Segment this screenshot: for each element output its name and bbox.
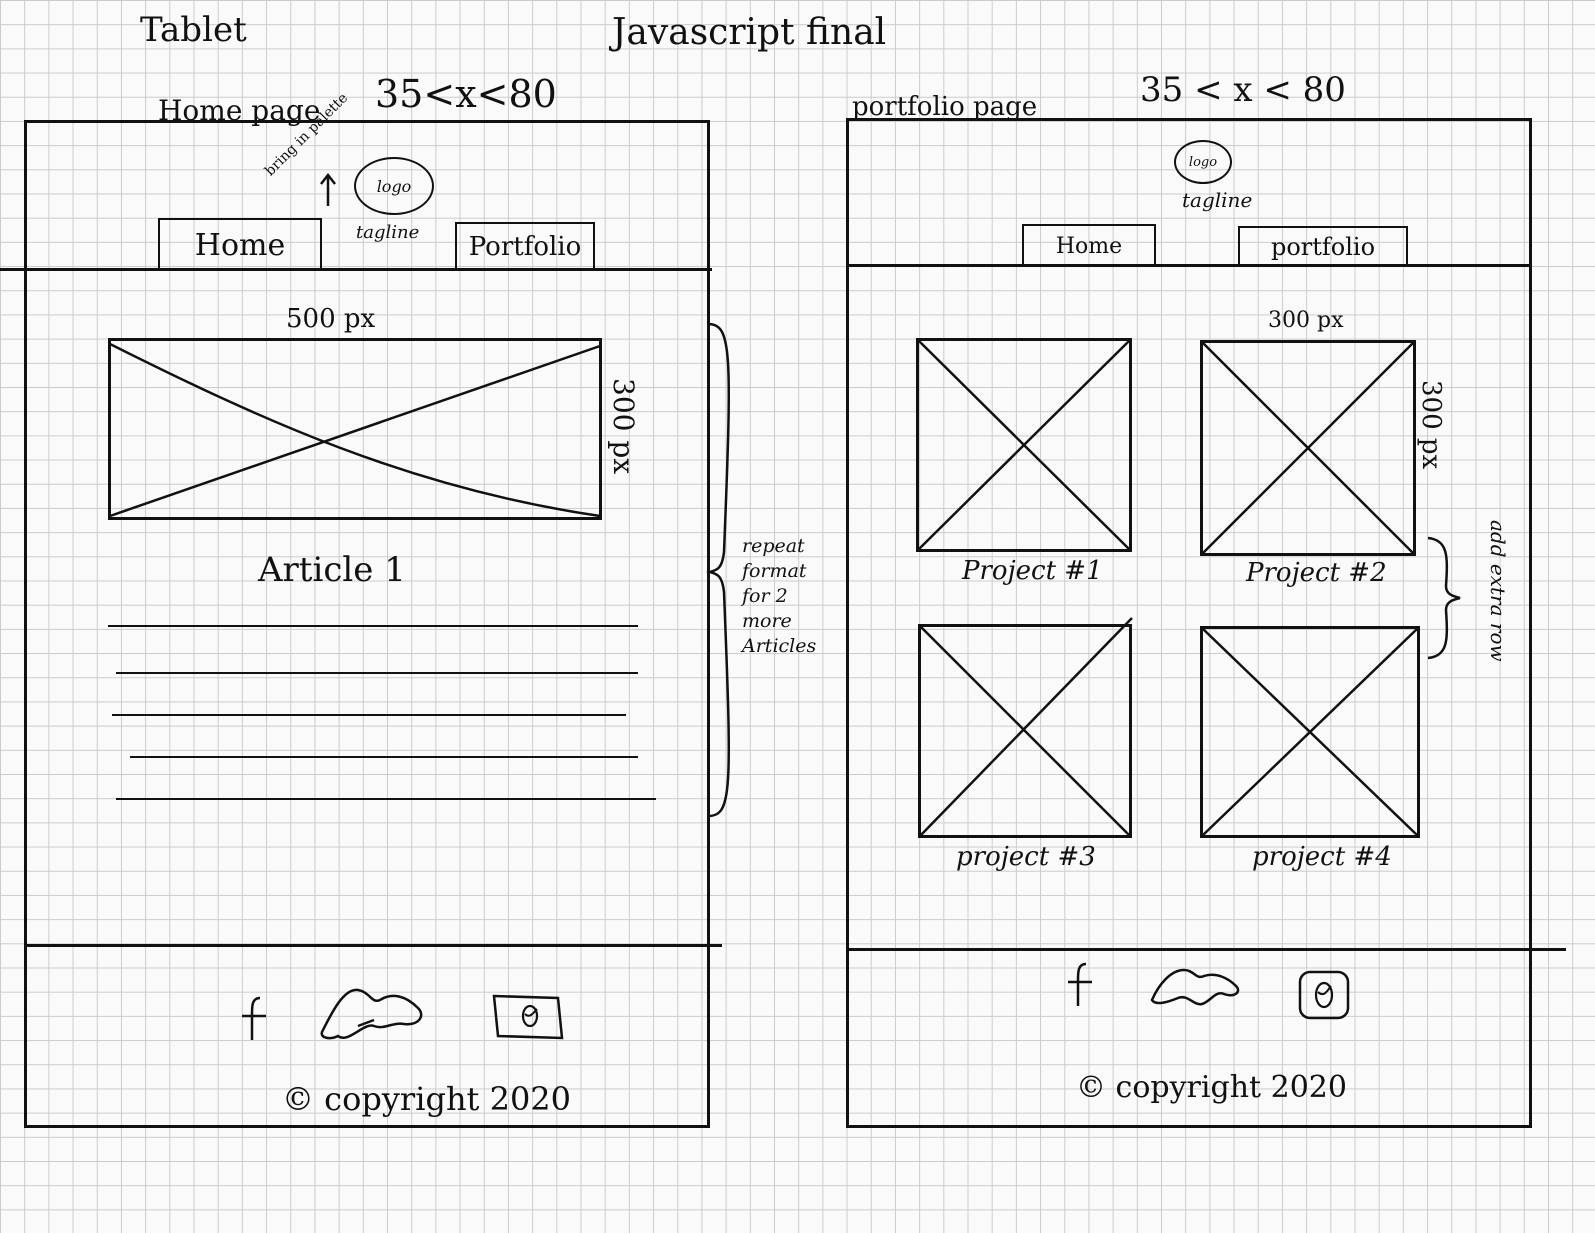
device-label: Tablet <box>140 10 247 50</box>
facebook-icon[interactable] <box>1064 962 1096 1008</box>
portfolio-copyright: © copyright 2020 <box>1076 1070 1347 1105</box>
project-title: project #4 <box>1252 842 1392 872</box>
portfolio-image-height: 300 px <box>1416 380 1446 470</box>
article-text-line <box>108 625 638 627</box>
home-nav-home[interactable]: Home <box>158 218 322 270</box>
cloud-icon[interactable] <box>318 982 426 1044</box>
home-page-frame <box>24 120 710 1128</box>
home-image-height: 300 px <box>607 378 640 475</box>
add-extra-row-note: add extra row <box>1486 520 1510 662</box>
portfolio-nav-home-label: Home <box>1055 233 1123 259</box>
home-image-width: 500 px <box>286 304 376 334</box>
portfolio-breakpoint: 35 < x < 80 <box>1140 70 1346 110</box>
portfolio-image-width: 300 px <box>1268 308 1344 333</box>
portfolio-logo: logo <box>1174 140 1232 184</box>
project-image-placeholder <box>918 617 1133 838</box>
home-header-divider <box>0 268 712 271</box>
arrow-up-icon <box>318 172 338 208</box>
project-title: Project #2 <box>1246 558 1387 588</box>
home-breakpoint: 35<x<80 <box>375 72 557 116</box>
repeat-format-note: repeat format for 2 more Articles <box>742 535 817 657</box>
article-title: Article 1 <box>258 550 406 590</box>
article-text-line <box>116 798 656 800</box>
project-image-placeholder <box>916 338 1132 552</box>
portfolio-nav-home[interactable]: Home <box>1022 224 1156 266</box>
portfolio-nav-portfolio[interactable]: portfolio <box>1238 226 1408 266</box>
portfolio-nav-portfolio-label: portfolio <box>1270 233 1376 261</box>
home-copyright: © copyright 2020 <box>282 1080 572 1118</box>
home-nav-portfolio-label: Portfolio <box>468 232 582 262</box>
project-image-placeholder <box>1200 626 1420 838</box>
project-title: project #3 <box>956 842 1096 872</box>
home-nav-portfolio[interactable]: Portfolio <box>455 222 595 270</box>
article-text-line <box>130 756 638 758</box>
instagram-icon[interactable] <box>1298 970 1350 1020</box>
home-tagline: tagline <box>356 222 420 243</box>
cloud-icon[interactable] <box>1148 966 1242 1010</box>
curly-brace-icon <box>1424 536 1464 660</box>
home-footer-divider <box>24 944 722 947</box>
instagram-icon[interactable] <box>492 994 564 1040</box>
home-image-placeholder <box>108 338 602 520</box>
curly-brace-icon <box>704 322 738 818</box>
home-logo: logo <box>354 157 434 215</box>
sheet-title: Javascript final <box>612 12 887 53</box>
home-nav-home-label: Home <box>194 227 286 263</box>
portfolio-tagline: tagline <box>1182 188 1253 212</box>
article-text-line <box>116 672 638 674</box>
portfolio-footer-divider <box>846 948 1566 951</box>
project-image-placeholder <box>1200 340 1416 556</box>
portfolio-header-divider <box>846 264 1532 267</box>
facebook-icon[interactable] <box>238 996 270 1042</box>
project-title: Project #1 <box>962 556 1103 586</box>
article-text-line <box>112 714 626 716</box>
